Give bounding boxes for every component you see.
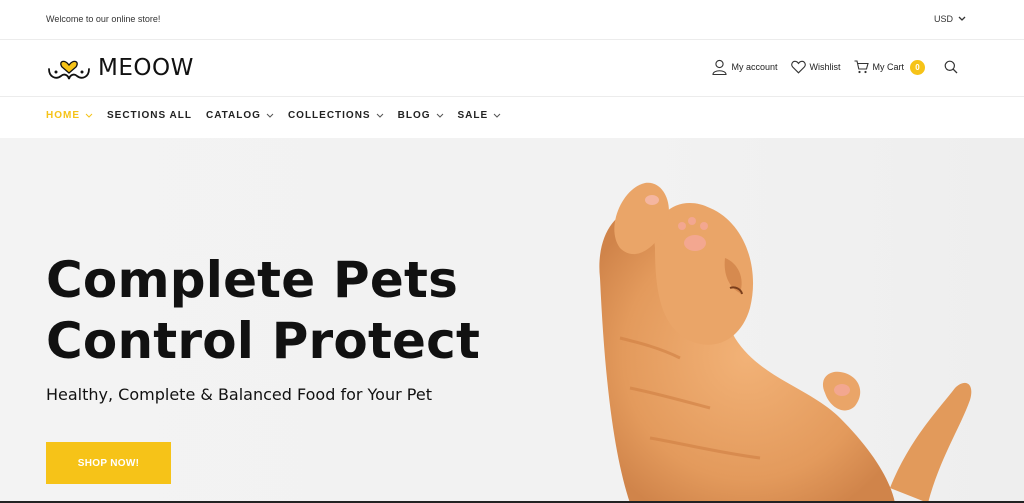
logo[interactable]: MEOOW: [46, 53, 194, 83]
hero-title-line-2: Control Protect: [46, 312, 481, 370]
top-bar: Welcome to our online store! USD: [0, 0, 1024, 40]
my-cart-link[interactable]: My Cart 0: [854, 59, 925, 75]
main-navigation: HOME SECTIONS ALL CATALOG COLLECTIONS BL…: [46, 110, 501, 121]
nav-item-label: CATALOG: [205, 110, 261, 121]
logo-text: MEOOW: [98, 55, 194, 81]
chevron-down-icon: [958, 16, 966, 21]
header-actions: My account Wishlist My Cart 0: [712, 59, 958, 75]
nav-item-blog[interactable]: BLOG: [398, 110, 444, 121]
search-button[interactable]: [944, 60, 958, 74]
hero-subtitle: Healthy, Complete & Balanced Food for Yo…: [46, 385, 432, 404]
chevron-down-icon: [85, 113, 93, 118]
nav-item-label: SECTIONS ALL: [107, 110, 192, 121]
cat-paw-logo-icon: [48, 60, 90, 80]
shopping-cart-icon: [854, 60, 869, 74]
user-icon: [712, 59, 728, 75]
nav-item-label: SALE: [457, 110, 489, 121]
chevron-down-icon: [436, 113, 443, 118]
hero-banner: Complete Pets Control Protect Healthy, C…: [0, 138, 1024, 503]
nav-item-label: BLOG: [397, 110, 431, 121]
welcome-message: Welcome to our online store!: [46, 14, 161, 24]
wishlist-label: Wishlist: [809, 62, 841, 72]
search-icon: [944, 60, 958, 74]
hero-title-line-1: Complete Pets: [46, 251, 459, 309]
shop-now-button[interactable]: SHOP NOW!: [46, 442, 171, 484]
chevron-down-icon: [266, 113, 274, 118]
nav-item-label: HOME: [46, 110, 80, 121]
site-header: MEOOW My account Wishlist My Cart 0: [0, 41, 1024, 97]
heart-icon: [790, 60, 806, 74]
my-account-label: My account: [731, 62, 778, 72]
chevron-down-icon: [376, 113, 383, 118]
chevron-down-icon: [493, 113, 501, 118]
nav-item-home[interactable]: HOME: [46, 110, 93, 121]
cat-hero-image: [599, 182, 972, 503]
nav-item-label: COLLECTIONS: [287, 110, 371, 121]
hero-title: Complete Pets Control Protect: [46, 250, 480, 372]
currency-selector[interactable]: USD: [934, 14, 966, 24]
cart-count-badge: 0: [910, 59, 925, 75]
currency-label: USD: [933, 14, 953, 24]
my-account-link[interactable]: My account: [712, 59, 778, 75]
nav-item-sale[interactable]: SALE: [458, 110, 502, 121]
wishlist-link[interactable]: Wishlist: [790, 60, 841, 74]
my-cart-label: My Cart: [872, 62, 905, 72]
nav-item-collections[interactable]: COLLECTIONS: [288, 110, 384, 121]
nav-item-sections-all[interactable]: SECTIONS ALL: [107, 110, 192, 121]
nav-item-catalog[interactable]: CATALOG: [206, 110, 274, 121]
